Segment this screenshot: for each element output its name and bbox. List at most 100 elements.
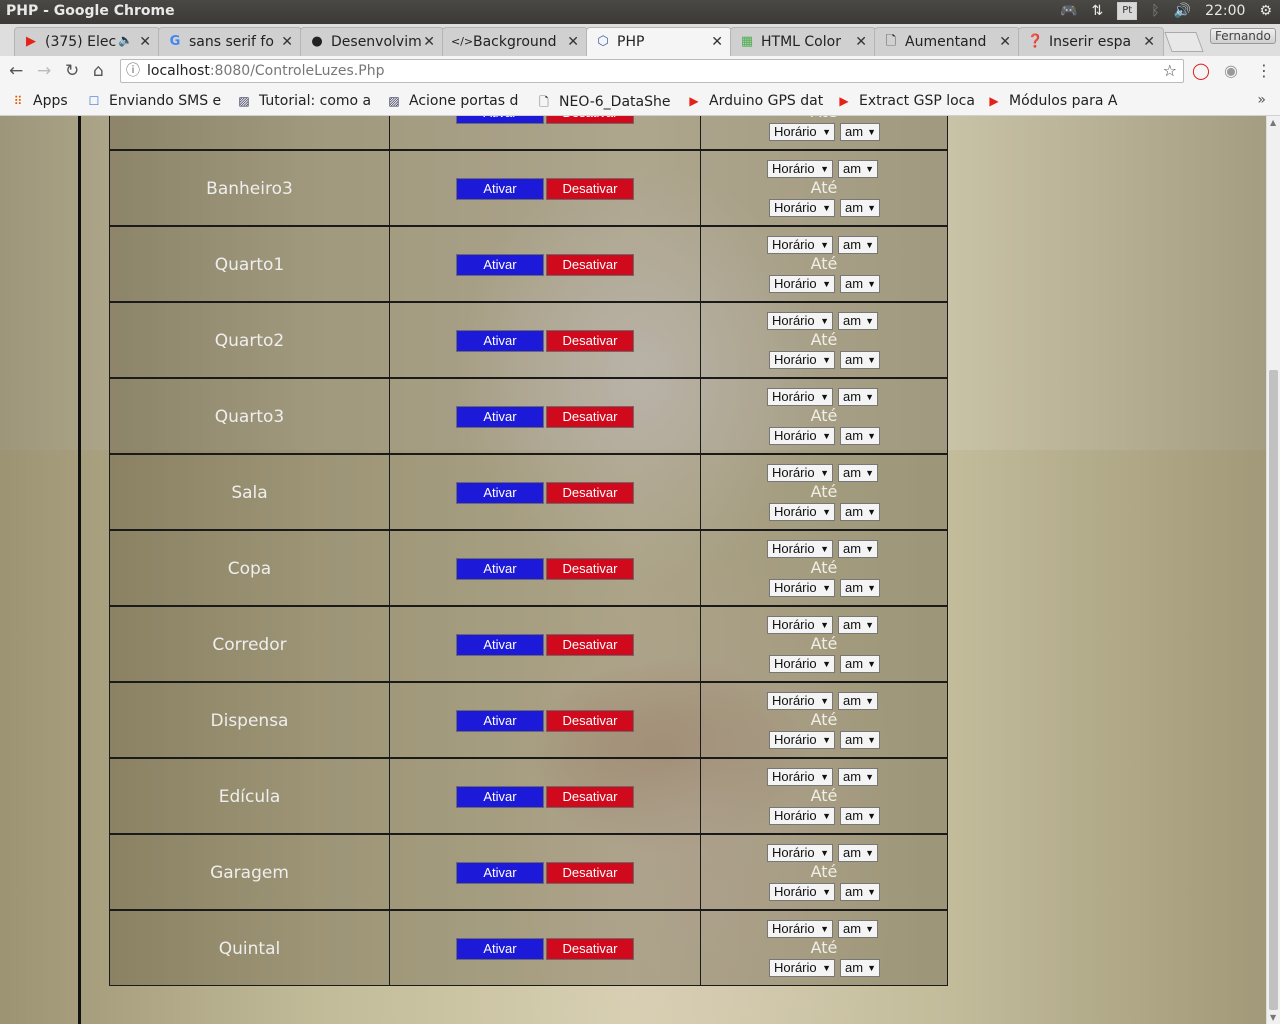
scroll-up-icon[interactable]: ▲	[1270, 118, 1276, 127]
forward-icon[interactable]: →	[37, 61, 51, 81]
close-icon[interactable]: ✕	[281, 34, 293, 50]
deactivate-button[interactable]: Desativar	[546, 330, 634, 352]
start-time-select[interactable]: Horário ▼	[767, 464, 833, 482]
deactivate-button[interactable]: Desativar	[546, 938, 634, 960]
bookmark-apps[interactable]: ⠿ Apps	[10, 93, 80, 109]
close-icon[interactable]: ✕	[855, 34, 867, 50]
activate-button[interactable]: Ativar	[456, 178, 544, 200]
speaker-icon[interactable]: 🔈	[118, 33, 133, 47]
deactivate-button[interactable]: Desativar	[546, 482, 634, 504]
end-time-select[interactable]: Horário ▼	[769, 199, 835, 217]
tab-html-color[interactable]: ▦ HTML Color ✕	[730, 27, 876, 56]
bookmark-item[interactable]: ▨ Acione portas d	[386, 93, 524, 109]
start-ampm-select[interactable]: am ▼	[838, 920, 878, 938]
bookmark-item[interactable]: ▨ Tutorial: como a	[236, 93, 374, 109]
start-time-select[interactable]: Horário ▼	[767, 616, 833, 634]
bookmark-item[interactable]: ▶ Arduino GPS dat	[686, 93, 824, 109]
start-ampm-select[interactable]: am ▼	[838, 844, 878, 862]
end-ampm-select[interactable]: am ▼	[840, 959, 880, 977]
start-time-select[interactable]: Horário ▼	[767, 692, 833, 710]
tab-github[interactable]: ● Desenvolvim ✕	[300, 27, 444, 56]
scrollbar-thumb[interactable]	[1269, 370, 1278, 1010]
activate-button[interactable]: Ativar	[456, 330, 544, 352]
start-time-select[interactable]: Horário ▼	[767, 540, 833, 558]
profile-button[interactable]: Fernando	[1210, 28, 1276, 44]
start-ampm-select[interactable]: am ▼	[838, 236, 878, 254]
end-ampm-select[interactable]: am ▼	[840, 883, 880, 901]
new-tab-button[interactable]	[1164, 32, 1204, 52]
end-ampm-select[interactable]: am ▼	[840, 503, 880, 521]
start-ampm-select[interactable]: am ▼	[838, 616, 878, 634]
start-time-select[interactable]: Horário ▼	[767, 312, 833, 330]
clock[interactable]: 22:00	[1205, 3, 1245, 19]
start-ampm-select[interactable]: am ▼	[838, 692, 878, 710]
gear-icon[interactable]: ⚙	[1259, 3, 1272, 19]
address-bar[interactable]: ⓘ localhost:8080/ControleLuzes.Php ☆	[120, 59, 1184, 83]
end-ampm-select[interactable]: am ▼	[840, 275, 880, 293]
end-time-select[interactable]: Horário ▼	[769, 275, 835, 293]
back-icon[interactable]: ←	[9, 61, 23, 81]
end-ampm-select[interactable]: am ▼	[840, 351, 880, 369]
scroll-down-icon[interactable]: ▼	[1270, 1013, 1276, 1022]
end-time-select[interactable]: Horário ▼	[769, 351, 835, 369]
info-icon[interactable]: ⓘ	[126, 60, 140, 82]
activate-button[interactable]: Ativar	[456, 254, 544, 276]
end-ampm-select[interactable]: am ▼	[840, 731, 880, 749]
end-ampm-select[interactable]: am ▼	[840, 807, 880, 825]
activate-button[interactable]: Ativar	[456, 862, 544, 884]
tab-aumentando[interactable]: 🗋 Aumentand ✕	[874, 27, 1020, 56]
menu-icon[interactable]: ⋮	[1256, 61, 1272, 80]
opera-extension-icon[interactable]: ◯	[1192, 61, 1210, 80]
reload-icon[interactable]: ↻	[65, 61, 79, 81]
end-time-select[interactable]: Horário ▼	[769, 731, 835, 749]
deactivate-button[interactable]: Desativar	[546, 254, 634, 276]
discord-icon[interactable]: 🎮	[1060, 3, 1077, 19]
start-time-select[interactable]: Horário ▼	[767, 236, 833, 254]
end-time-select[interactable]: Horário ▼	[769, 807, 835, 825]
close-icon[interactable]: ✕	[711, 34, 723, 50]
deactivate-button[interactable]: Desativar	[546, 406, 634, 428]
close-icon[interactable]: ✕	[567, 34, 579, 50]
deactivate-button[interactable]: Desativar	[546, 710, 634, 732]
end-ampm-select[interactable]: am ▼	[840, 199, 880, 217]
end-time-select[interactable]: Horário ▼	[769, 427, 835, 445]
end-ampm-select[interactable]: am ▼	[840, 579, 880, 597]
tab-php[interactable]: ⬡ PHP ✕	[586, 27, 732, 56]
deactivate-button[interactable]: Desativar	[546, 862, 634, 884]
start-time-select[interactable]: Horário ▼	[767, 160, 833, 178]
deactivate-button[interactable]: Desativar	[546, 558, 634, 580]
tab-inserir[interactable]: ❓ Inserir espa ✕	[1018, 27, 1164, 56]
end-time-select[interactable]: Horário ▼	[769, 959, 835, 977]
start-ampm-select[interactable]: am ▼	[838, 464, 878, 482]
end-time-select[interactable]: Horário ▼	[769, 503, 835, 521]
tab-background[interactable]: </> Background ✕	[442, 27, 588, 56]
start-ampm-select[interactable]: am ▼	[838, 160, 878, 178]
close-icon[interactable]: ✕	[423, 34, 435, 50]
bluetooth-icon[interactable]: ᛒ	[1151, 3, 1159, 19]
start-ampm-select[interactable]: am ▼	[838, 540, 878, 558]
start-time-select[interactable]: Horário ▼	[767, 844, 833, 862]
activate-button[interactable]: Ativar	[456, 938, 544, 960]
start-time-select[interactable]: Horário ▼	[767, 768, 833, 786]
tab-google[interactable]: G sans serif fo ✕	[158, 27, 302, 56]
more-bookmarks-icon[interactable]: »	[1257, 92, 1266, 108]
tab-youtube[interactable]: ▶ (375) Elec 🔈 ✕	[14, 27, 160, 56]
bookmark-item[interactable]: ▶ Extract GSP loca	[836, 93, 974, 109]
network-icon[interactable]: ⇅	[1092, 3, 1104, 19]
close-icon[interactable]: ✕	[139, 34, 151, 50]
end-time-select[interactable]: Horário ▼	[769, 883, 835, 901]
end-time-select[interactable]: Horário ▼	[769, 579, 835, 597]
close-icon[interactable]: ✕	[999, 34, 1011, 50]
deactivate-button[interactable]: Desativar	[546, 634, 634, 656]
bookmark-item[interactable]: ☐ Enviando SMS e	[86, 93, 224, 109]
start-time-select[interactable]: Horário ▼	[767, 920, 833, 938]
extension-icon[interactable]: ◉	[1224, 61, 1238, 80]
deactivate-button[interactable]: Desativar	[546, 116, 634, 124]
start-ampm-select[interactable]: am ▼	[838, 388, 878, 406]
start-time-select[interactable]: Horário ▼	[767, 388, 833, 406]
end-time-select[interactable]: Horário ▼	[769, 123, 835, 141]
home-icon[interactable]: ⌂	[93, 61, 104, 81]
bookmark-item[interactable]: 🗋 NEO-6_DataShe	[536, 93, 674, 114]
activate-button[interactable]: Ativar	[456, 634, 544, 656]
activate-button[interactable]: Ativar	[456, 406, 544, 428]
